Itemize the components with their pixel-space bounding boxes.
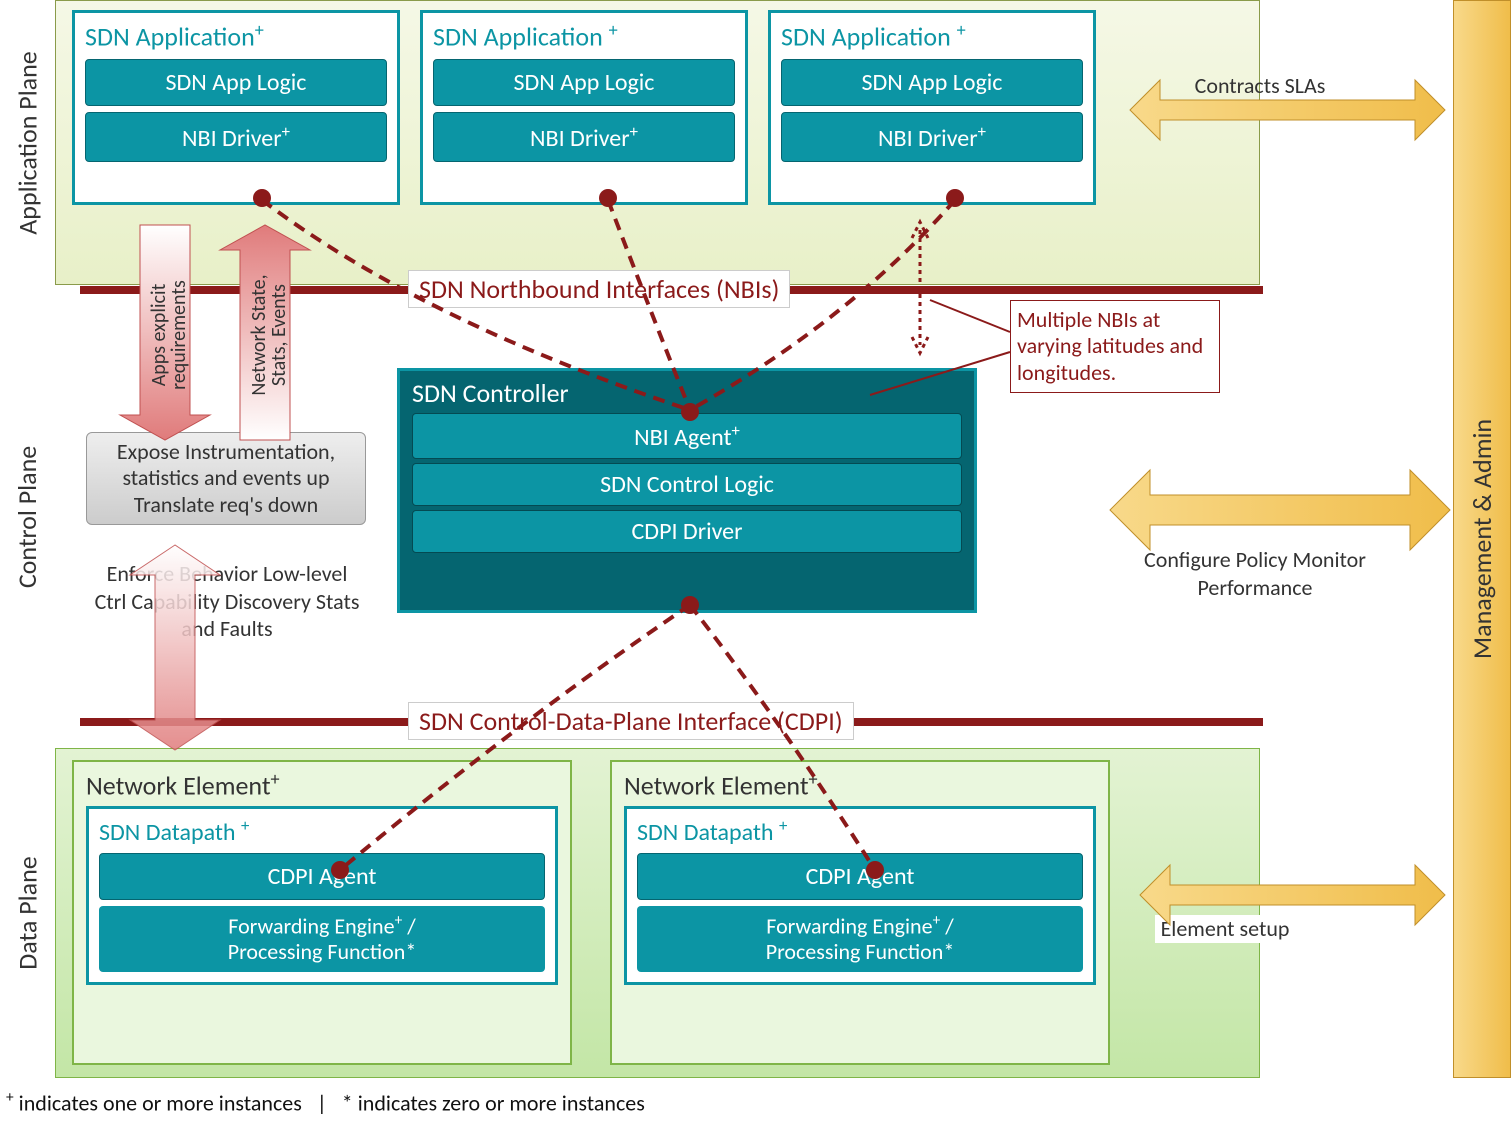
sdn-controller: SDN Controller NBI Agent+ SDN Control Lo…	[397, 368, 977, 613]
cdpi-driver-box: CDPI Driver	[412, 510, 962, 553]
network-element-title: Network Element+	[86, 768, 558, 802]
configure-policy-label: Configure Policy Monitor Performance	[1125, 546, 1385, 601]
cdpi-agent-box: CDPI Agent	[637, 853, 1083, 900]
nbi-interface-label: SDN Northbound Interfaces (NBIs)	[408, 270, 790, 308]
configure-arrow	[1110, 470, 1450, 550]
multiple-nbi-callout: Multiple NBIs at varying latitudes and l…	[1010, 300, 1220, 393]
sdn-app-logic-box: SDN App Logic	[85, 59, 387, 106]
element-setup-label: Element setup	[1155, 915, 1295, 943]
cdpi-agent-box: CDPI Agent	[99, 853, 545, 900]
forwarding-engine-box: Forwarding Engine+ /Processing Function*	[637, 906, 1083, 972]
sdn-app-title: SDN Application+	[85, 19, 387, 53]
footnote: + indicates one or more instances | * in…	[6, 1088, 645, 1116]
sdn-app-title: SDN Application +	[433, 19, 735, 53]
sdn-application-2: SDN Application + SDN App Logic NBI Driv…	[420, 10, 748, 205]
sdn-application-3: SDN Application + SDN App Logic NBI Driv…	[768, 10, 1096, 205]
sdn-control-logic-box: SDN Control Logic	[412, 463, 962, 506]
forwarding-engine-box: Forwarding Engine+ /Processing Function*	[99, 906, 545, 972]
sdn-app-logic-box: SDN App Logic	[781, 59, 1083, 106]
sdn-datapath-1: SDN Datapath + CDPI Agent Forwarding Eng…	[86, 806, 558, 985]
control-plane-label: Control Plane	[0, 285, 55, 748]
svg-text:requirements: requirements	[167, 280, 191, 390]
network-element-1: Network Element+ SDN Datapath + CDPI Age…	[72, 760, 572, 1065]
data-plane-label: Data Plane	[0, 748, 55, 1078]
sdn-datapath-2: SDN Datapath + CDPI Agent Forwarding Eng…	[624, 806, 1096, 985]
expose-note: Expose Instrumentation, statistics and e…	[86, 432, 366, 525]
nbi-agent-box: NBI Agent+	[412, 413, 962, 459]
nbi-driver-box: NBI Driver+	[85, 112, 387, 162]
enforce-note: Enforce Behavior Low-level Ctrl Capabili…	[92, 560, 362, 643]
svg-text:Apps explicit: Apps explicit	[147, 283, 171, 386]
datapath-title: SDN Datapath +	[637, 815, 1083, 847]
cdpi-interface-label: SDN Control-Data-Plane Interface (CDPI)	[408, 702, 854, 740]
network-element-2: Network Element+ SDN Datapath + CDPI Age…	[610, 760, 1110, 1065]
application-plane-label: Application Plane	[0, 0, 55, 285]
nbi-driver-box: NBI Driver+	[781, 112, 1083, 162]
controller-title: SDN Controller	[412, 377, 962, 409]
sdn-app-title: SDN Application +	[781, 19, 1083, 53]
datapath-title: SDN Datapath +	[99, 815, 545, 847]
sdn-app-logic-box: SDN App Logic	[433, 59, 735, 106]
nbi-driver-box: NBI Driver+	[433, 112, 735, 162]
network-element-title: Network Element+	[624, 768, 1096, 802]
contracts-label: Contracts SLAs	[1175, 72, 1345, 100]
sdn-application-1: SDN Application+ SDN App Logic NBI Drive…	[72, 10, 400, 205]
management-admin-region: Management & Admin	[1453, 0, 1511, 1078]
svg-text:Stats, Events: Stats, Events	[267, 284, 291, 386]
